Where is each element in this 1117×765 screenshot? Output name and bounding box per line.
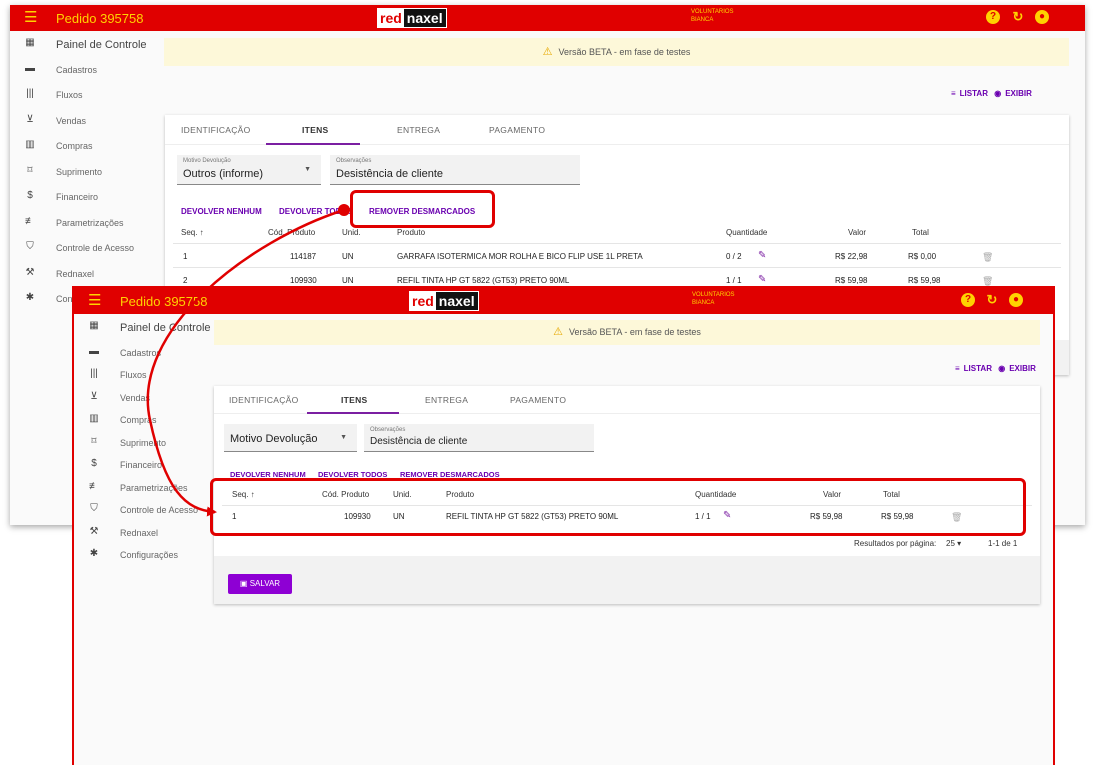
connector-arrow: [146, 204, 350, 517]
